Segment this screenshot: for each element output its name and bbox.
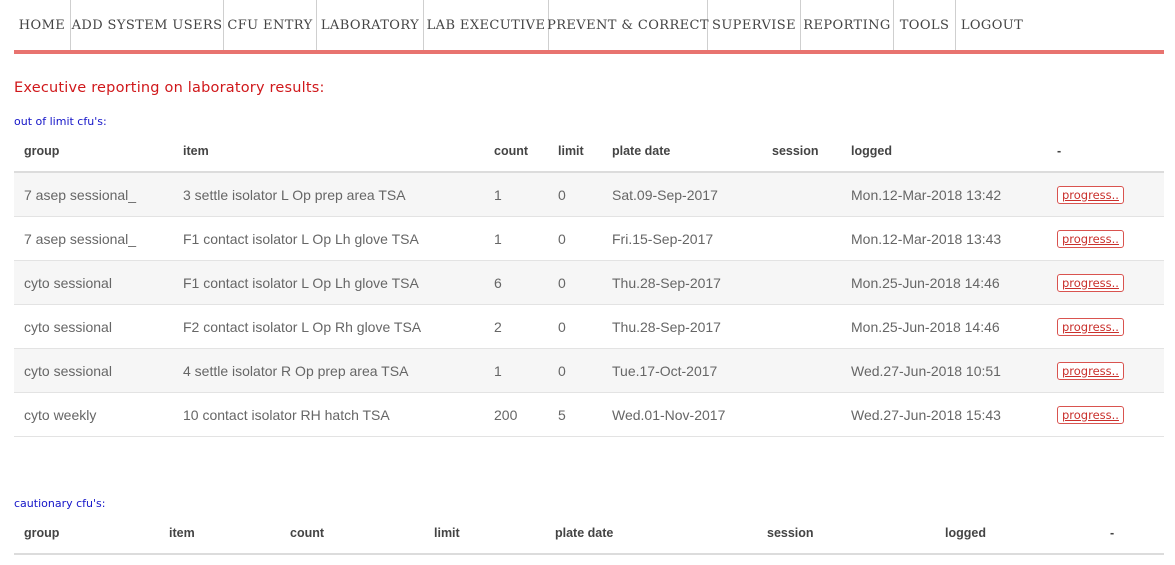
cell-plate-date: Thu.28-Sep-2017 [602,304,762,349]
nav-lab-executive[interactable]: LAB EXECUTIVE [424,0,549,50]
cell-count: 1 [484,172,548,217]
table-header-row: group item count limit plate date sessio… [14,131,1164,173]
cautionary-label: cautionary cfu's: [14,497,106,510]
cell-count: 200 [484,392,548,437]
table-row: 7 asep sessional_ 3 settle isolator L Op… [14,172,1164,217]
progress-button[interactable]: progress.. [1057,405,1124,424]
cell-group: 7 asep sessional_ [14,172,173,217]
page-title: Executive reporting on laboratory result… [14,80,325,96]
column-header-group[interactable]: group [14,131,173,173]
cell-logged: Mon.12-Mar-2018 13:42 [841,172,1047,217]
cell-action: progress.. [1047,172,1164,217]
nav-prevent-correct[interactable]: PREVENT & CORRECT [547,0,709,50]
cell-plate-date: Wed.01-Nov-2017 [602,392,762,437]
cell-item: F1 contact isolator L Op Lh glove TSA [173,260,484,305]
cell-session [762,348,841,393]
cell-group: cyto sessional [14,348,173,393]
out-of-limit-table: group item count limit plate date sessio… [14,131,1164,437]
column-header-group[interactable]: group [14,513,159,555]
out-of-limit-label: out of limit cfu's: [14,115,107,128]
cell-logged: Mon.25-Jun-2018 14:46 [841,304,1047,349]
table-row: cyto sessional 4 settle isolator R Op pr… [14,348,1164,393]
column-header-session[interactable]: session [762,131,841,173]
cautionary-table: group item count limit plate date sessio… [14,513,1164,555]
cell-action: progress.. [1047,216,1164,261]
cell-logged: Wed.27-Jun-2018 10:51 [841,348,1047,393]
cell-limit: 0 [548,260,602,305]
column-header-plate-date[interactable]: plate date [545,513,757,555]
cell-item: 4 settle isolator R Op prep area TSA [173,348,484,393]
progress-button[interactable]: progress.. [1057,361,1124,380]
nav-tools[interactable]: TOOLS [894,0,956,50]
cell-group: cyto weekly [14,392,173,437]
cell-plate-date: Sat.09-Sep-2017 [602,172,762,217]
cell-group: cyto sessional [14,260,173,305]
column-header-action: - [1047,131,1164,173]
cell-limit: 0 [548,348,602,393]
cell-action: progress.. [1047,260,1164,305]
progress-button[interactable]: progress.. [1057,229,1124,248]
cell-action: progress.. [1047,348,1164,393]
cell-limit: 0 [548,216,602,261]
nav-supervise[interactable]: SUPERVISE [708,0,801,50]
table-row: cyto weekly 10 contact isolator RH hatch… [14,392,1164,437]
nav-logout[interactable]: LOGOUT [956,0,1028,50]
cell-plate-date: Fri.15-Sep-2017 [602,216,762,261]
cell-session [762,304,841,349]
column-header-plate-date[interactable]: plate date [602,131,762,173]
column-header-item[interactable]: item [159,513,280,555]
progress-button[interactable]: progress.. [1057,185,1124,204]
column-header-limit[interactable]: limit [548,131,602,173]
nav-laboratory[interactable]: LABORATORY [317,0,424,50]
column-header-limit[interactable]: limit [424,513,545,555]
cell-logged: Mon.25-Jun-2018 14:46 [841,260,1047,305]
cell-count: 1 [484,348,548,393]
column-header-session[interactable]: session [757,513,935,555]
nav-add-system-users[interactable]: ADD SYSTEM USERS [71,0,224,50]
cell-group: 7 asep sessional_ [14,216,173,261]
cell-count: 6 [484,260,548,305]
cell-session [762,216,841,261]
cell-limit: 5 [548,392,602,437]
cell-logged: Mon.12-Mar-2018 13:43 [841,216,1047,261]
table-row: cyto sessional F2 contact isolator L Op … [14,304,1164,349]
cell-session [762,172,841,217]
cell-action: progress.. [1047,392,1164,437]
cell-session [762,260,841,305]
progress-button[interactable]: progress.. [1057,317,1124,336]
table-header-row: group item count limit plate date sessio… [14,513,1164,555]
cell-plate-date: Tue.17-Oct-2017 [602,348,762,393]
cell-count: 2 [484,304,548,349]
main-nav: HOME ADD SYSTEM USERS CFU ENTRY LABORATO… [14,0,1164,54]
table-row: 7 asep sessional_ F1 contact isolator L … [14,216,1164,261]
cell-group: cyto sessional [14,304,173,349]
cell-item: F2 contact isolator L Op Rh glove TSA [173,304,484,349]
cell-limit: 0 [548,304,602,349]
column-header-item[interactable]: item [173,131,484,173]
progress-button[interactable]: progress.. [1057,273,1124,292]
cell-item: F1 contact isolator L Op Lh glove TSA [173,216,484,261]
cell-logged: Wed.27-Jun-2018 15:43 [841,392,1047,437]
nav-home[interactable]: HOME [14,0,71,50]
table-row: cyto sessional F1 contact isolator L Op … [14,260,1164,305]
column-header-logged[interactable]: logged [935,513,1100,555]
column-header-action: - [1100,513,1164,555]
nav-cfu-entry[interactable]: CFU ENTRY [224,0,317,50]
cell-limit: 0 [548,172,602,217]
column-header-count[interactable]: count [280,513,424,555]
cell-count: 1 [484,216,548,261]
column-header-count[interactable]: count [484,131,548,173]
nav-reporting[interactable]: REPORTING [801,0,894,50]
cell-item: 10 contact isolator RH hatch TSA [173,392,484,437]
cell-plate-date: Thu.28-Sep-2017 [602,260,762,305]
cell-item: 3 settle isolator L Op prep area TSA [173,172,484,217]
column-header-logged[interactable]: logged [841,131,1047,173]
cell-session [762,392,841,437]
cell-action: progress.. [1047,304,1164,349]
